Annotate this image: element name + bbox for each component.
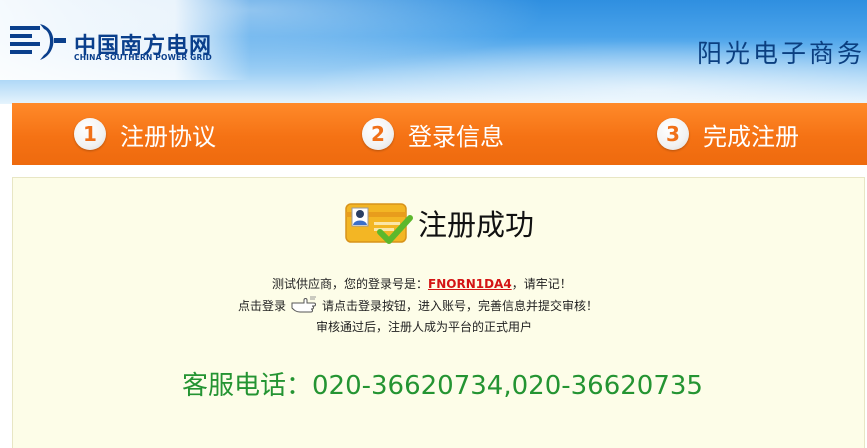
step-agreement: 1 注册协议	[74, 103, 216, 165]
login-code-prefix: 测试供应商，您的登录号是：	[272, 277, 429, 291]
step-label: 注册协议	[120, 122, 216, 151]
login-code-line: 测试供应商，您的登录号是：FNORN1DA4，请牢记！	[272, 275, 572, 292]
login-code-suffix: ，请牢记！	[511, 277, 572, 291]
success-title: 注册成功	[418, 208, 535, 242]
logo-english-name: CHINA SOUTHERN POWER GRID	[74, 53, 212, 62]
login-instruction-text: 请点击登录按钮，进入账号，完善信息并提交审核！	[322, 298, 599, 313]
step-number: 1	[74, 118, 106, 150]
result-panel: 注册成功 测试供应商，您的登录号是：FNORN1DA4，请牢记！ 点击登录 请点…	[12, 177, 865, 448]
registration-steps: 1 注册协议 2 登录信息 3 完成注册	[12, 103, 867, 165]
review-note: 审核通过后，注册人成为平台的正式用户	[316, 320, 533, 334]
step-label: 登录信息	[408, 122, 504, 151]
step-login-info: 2 登录信息	[362, 103, 504, 165]
login-instruction-line: 点击登录 请点击登录按钮，进入账号，完善信息并提交审核！	[238, 295, 598, 315]
customer-service-phone: 客服电话：020-36620734,020-36620735	[182, 371, 703, 401]
header: 中国南方电网 CHINA SOUTHERN POWER GRID 阳光电子商务	[0, 0, 867, 104]
login-code: FNORN1DA4	[428, 277, 512, 291]
id-card-check-icon	[345, 203, 413, 244]
site-title: 阳光电子商务	[696, 39, 865, 68]
step-complete: 3 完成注册	[657, 103, 799, 165]
csg-logo-icon	[10, 24, 66, 60]
login-link[interactable]: 点击登录	[238, 297, 286, 314]
success-heading: 注册成功	[344, 198, 534, 248]
step-number: 3	[657, 118, 689, 150]
pointing-hand-icon[interactable]	[290, 295, 318, 315]
logo[interactable]: 中国南方电网 CHINA SOUTHERN POWER GRID	[0, 0, 250, 80]
step-number: 2	[362, 118, 394, 150]
step-label: 完成注册	[703, 122, 799, 151]
